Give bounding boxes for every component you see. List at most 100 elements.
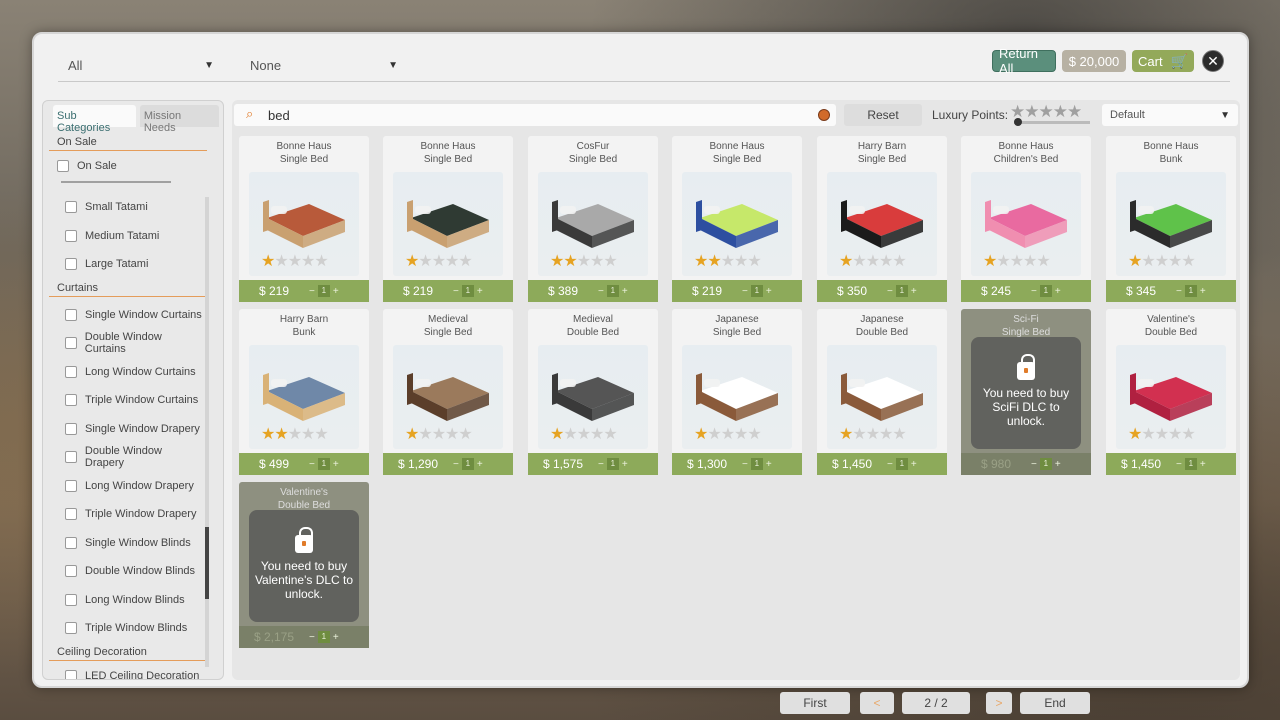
quantity-stepper[interactable]: −1 + [1031, 285, 1061, 297]
list-item[interactable]: Long Window Blinds [53, 586, 203, 615]
list-item[interactable]: Triple Window Blinds [53, 614, 203, 643]
quantity-stepper[interactable]: −1 + [742, 285, 772, 297]
plus-icon[interactable]: + [333, 632, 339, 643]
product-card[interactable]: CosFur Single Bed ★★★★★ $ 389−1 + [528, 136, 658, 302]
sidebar-scrollbar[interactable] [205, 197, 209, 667]
product-card[interactable]: Bonne Haus Bunk ★★★★★ $ 345−1 + [1106, 136, 1236, 302]
product-card[interactable]: Bonne Haus Single Bed ★★★★★ $ 219−1 + [383, 136, 513, 302]
list-item[interactable]: Double Window Curtains [53, 329, 203, 358]
list-item[interactable]: Single Window Drapery [53, 415, 203, 444]
checkbox[interactable] [65, 394, 77, 407]
quantity-stepper[interactable]: −1 + [1176, 458, 1206, 470]
product-card[interactable]: Bonne Haus Single Bed ★★★★★ $ 219−1 + [239, 136, 369, 302]
plus-icon[interactable]: + [911, 286, 917, 297]
checkbox[interactable] [65, 258, 77, 271]
list-item[interactable]: LED Ceiling Decoration [53, 665, 203, 679]
on-sale-filter[interactable]: On Sale [53, 155, 203, 177]
checkbox[interactable] [65, 479, 77, 492]
list-item[interactable]: Long Window Curtains [53, 358, 203, 387]
plus-icon[interactable]: + [1200, 459, 1206, 470]
plus-icon[interactable]: + [766, 286, 772, 297]
quantity-stepper[interactable]: −1 + [598, 285, 628, 297]
luxury-slider-handle[interactable] [1014, 118, 1022, 126]
minus-icon[interactable]: − [453, 286, 459, 297]
quantity-stepper[interactable]: −1 + [309, 285, 339, 297]
product-card[interactable]: Bonne Haus Children's Bed ★★★★★ $ 245−1 + [961, 136, 1091, 302]
list-item[interactable]: Small Tatami [53, 193, 203, 222]
checkbox[interactable] [65, 201, 77, 214]
minus-icon[interactable]: − [1031, 459, 1037, 470]
plus-icon[interactable]: + [1055, 459, 1061, 470]
next-page-button[interactable]: > [986, 692, 1012, 714]
checkbox[interactable] [65, 365, 77, 378]
list-item[interactable]: Single Window Curtains [53, 301, 203, 330]
product-card[interactable]: Valentine's Double Bed You need to buy Val… [239, 482, 369, 648]
product-card[interactable]: Harry Barn Single Bed ★★★★★ $ 350−1 + [817, 136, 947, 302]
minus-icon[interactable]: − [887, 459, 893, 470]
minus-icon[interactable]: − [887, 286, 893, 297]
quantity-stepper[interactable]: −1 + [453, 285, 483, 297]
category-filter-dropdown[interactable]: All ▼ [68, 54, 214, 76]
list-item[interactable]: Long Window Drapery [53, 472, 203, 501]
plus-icon[interactable]: + [622, 459, 628, 470]
checkbox[interactable] [65, 308, 77, 321]
plus-icon[interactable]: + [333, 459, 339, 470]
checkbox[interactable] [65, 622, 77, 635]
plus-icon[interactable]: + [477, 459, 483, 470]
list-item[interactable]: Single Window Blinds [53, 529, 203, 558]
plus-icon[interactable]: + [1200, 286, 1206, 297]
product-card[interactable]: Japanese Double Bed ★★★★★ $ 1,450−1 + [817, 309, 947, 475]
return-all-button[interactable]: Return All [992, 46, 1056, 76]
product-card[interactable]: Valentine's Double Bed ★★★★★ $ 1,450−1 + [1106, 309, 1236, 475]
minus-icon[interactable]: − [453, 459, 459, 470]
quantity-stepper[interactable]: −1 + [742, 458, 772, 470]
cart-button[interactable]: Cart 🛒 [1132, 50, 1194, 72]
quantity-stepper[interactable]: −1 + [887, 285, 917, 297]
list-item[interactable]: Double Window Drapery [53, 443, 203, 472]
clear-search-icon[interactable] [818, 109, 830, 121]
plus-icon[interactable]: + [911, 459, 917, 470]
end-page-button[interactable]: End [1020, 692, 1090, 714]
quantity-stepper[interactable]: −1 + [309, 458, 339, 470]
product-card[interactable]: Bonne Haus Single Bed ★★★★★ $ 219−1 + [672, 136, 802, 302]
minus-icon[interactable]: − [598, 459, 604, 470]
checkbox[interactable] [65, 536, 77, 549]
plus-icon[interactable]: + [766, 459, 772, 470]
quantity-stepper[interactable]: −1 + [598, 458, 628, 470]
minus-icon[interactable]: − [1176, 286, 1182, 297]
minus-icon[interactable]: − [309, 286, 315, 297]
quantity-stepper[interactable]: −1 + [309, 631, 339, 643]
minus-icon[interactable]: − [1176, 459, 1182, 470]
sort-dropdown[interactable]: Default ▼ [1102, 104, 1238, 126]
plus-icon[interactable]: + [1055, 286, 1061, 297]
product-card[interactable]: Sci-Fi Single Bed You need to buy SciFi DL… [961, 309, 1091, 475]
quantity-stepper[interactable]: −1 + [453, 458, 483, 470]
checkbox[interactable] [65, 229, 77, 242]
luxury-slider-track[interactable] [1014, 121, 1090, 124]
quantity-stepper[interactable]: −1 + [1031, 458, 1061, 470]
minus-icon[interactable]: − [742, 459, 748, 470]
minus-icon[interactable]: − [309, 459, 315, 470]
scrollbar-thumb[interactable] [205, 527, 209, 599]
product-card[interactable]: Medieval Single Bed ★★★★★ $ 1,290−1 + [383, 309, 513, 475]
minus-icon[interactable]: − [598, 286, 604, 297]
list-item[interactable]: Triple Window Drapery [53, 500, 203, 529]
checkbox[interactable] [65, 669, 77, 679]
prev-page-button[interactable]: < [860, 692, 894, 714]
list-item[interactable]: Triple Window Curtains [53, 386, 203, 415]
tab-mission-needs[interactable]: Mission Needs [139, 105, 219, 134]
list-item[interactable]: Medium Tatami [53, 222, 203, 251]
checkbox[interactable] [65, 593, 77, 606]
first-page-button[interactable]: First [780, 692, 850, 714]
list-item[interactable]: Large Tatami [53, 250, 203, 279]
plus-icon[interactable]: + [477, 286, 483, 297]
checkbox[interactable] [65, 422, 77, 435]
search-input[interactable] [268, 106, 788, 124]
secondary-filter-dropdown[interactable]: None ▼ [250, 54, 398, 76]
quantity-stepper[interactable]: −1 + [887, 458, 917, 470]
checkbox[interactable] [65, 337, 77, 350]
list-item[interactable]: Double Window Blinds [53, 557, 203, 586]
tab-sub-categories[interactable]: Sub Categories [53, 105, 136, 134]
checkbox[interactable] [65, 508, 77, 521]
checkbox[interactable] [57, 160, 69, 172]
